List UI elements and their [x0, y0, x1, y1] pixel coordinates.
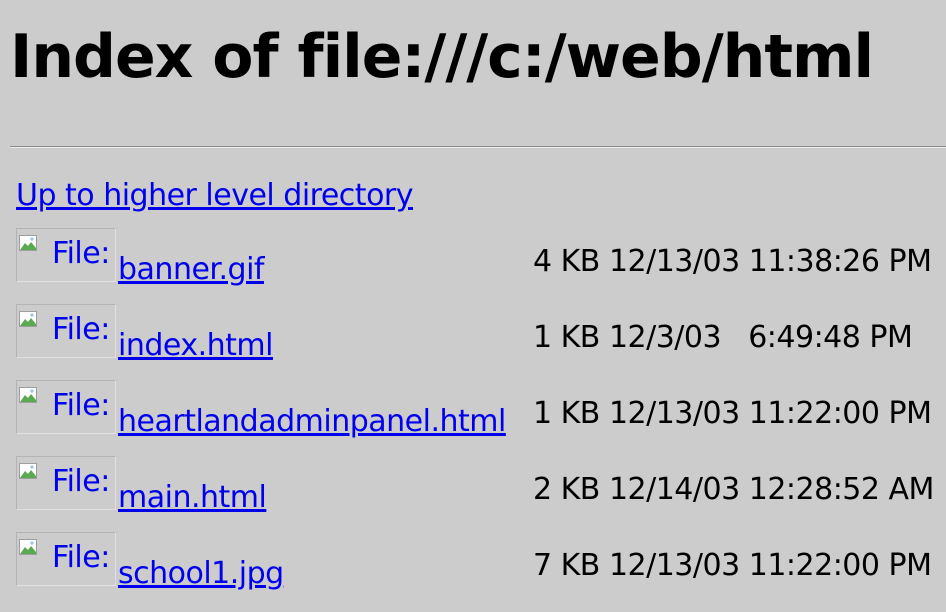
horizontal-divider [10, 146, 946, 148]
file-meta: 4 KB 12/13/03 11:38:26 PM [533, 242, 932, 282]
file-time: 12:28:52 AM [748, 472, 935, 507]
file-meta: 1 KB 12/3/03 6:49:48 PM [533, 318, 913, 358]
file-date: 12/14/03 [608, 472, 740, 507]
file-row: File: main.html 2 KB 12/14/03 12:28:52 A… [0, 456, 946, 532]
file-icon-alt-text: File: [52, 464, 110, 499]
broken-image-icon: File: [16, 380, 116, 434]
file-icon-alt-text: File: [52, 388, 110, 423]
file-list: File: banner.gif 4 KB 12/13/03 11:38:26 … [0, 228, 946, 608]
file-size: 1 KB [533, 320, 600, 355]
file-link[interactable]: school1.jpg [118, 554, 284, 594]
file-link[interactable]: main.html [118, 478, 267, 518]
file-time: 6:49:48 PM [748, 320, 913, 355]
file-icon-alt-text: File: [52, 312, 110, 347]
file-row: File: index.html 1 KB 12/3/03 6:49:48 PM [0, 304, 946, 380]
broken-image-icon: File: [16, 532, 116, 586]
file-meta: 2 KB 12/14/03 12:28:52 AM [533, 470, 934, 510]
file-time: 11:38:26 PM [748, 244, 932, 279]
file-row: File: school1.jpg 7 KB 12/13/03 11:22:00… [0, 532, 946, 608]
file-time: 11:22:00 PM [748, 396, 932, 431]
file-date: 12/13/03 [608, 548, 740, 583]
file-icon-alt-text: File: [52, 540, 110, 575]
file-row: File: heartlandadminpanel.html 1 KB 12/1… [0, 380, 946, 456]
broken-image-icon: File: [16, 456, 116, 510]
file-size: 4 KB [533, 244, 600, 279]
file-row: File: banner.gif 4 KB 12/13/03 11:38:26 … [0, 228, 946, 304]
broken-image-icon: File: [16, 304, 116, 358]
up-directory-link[interactable]: Up to higher level directory [16, 176, 414, 216]
file-date: 12/13/03 [608, 396, 740, 431]
file-date: 12/13/03 [608, 244, 740, 279]
file-meta: 1 KB 12/13/03 11:22:00 PM [533, 394, 932, 434]
file-link[interactable]: banner.gif [118, 250, 264, 290]
file-size: 1 KB [533, 396, 600, 431]
page-title: Index of file:///c:/web/html [10, 22, 874, 92]
file-size: 7 KB [533, 548, 600, 583]
file-link[interactable]: index.html [118, 326, 273, 366]
file-size: 2 KB [533, 472, 600, 507]
file-time: 11:22:00 PM [748, 548, 932, 583]
file-icon-alt-text: File: [52, 236, 110, 271]
file-date: 12/3/03 [608, 320, 722, 355]
file-link[interactable]: heartlandadminpanel.html [118, 402, 506, 442]
file-meta: 7 KB 12/13/03 11:22:00 PM [533, 546, 932, 586]
broken-image-icon: File: [16, 228, 116, 282]
